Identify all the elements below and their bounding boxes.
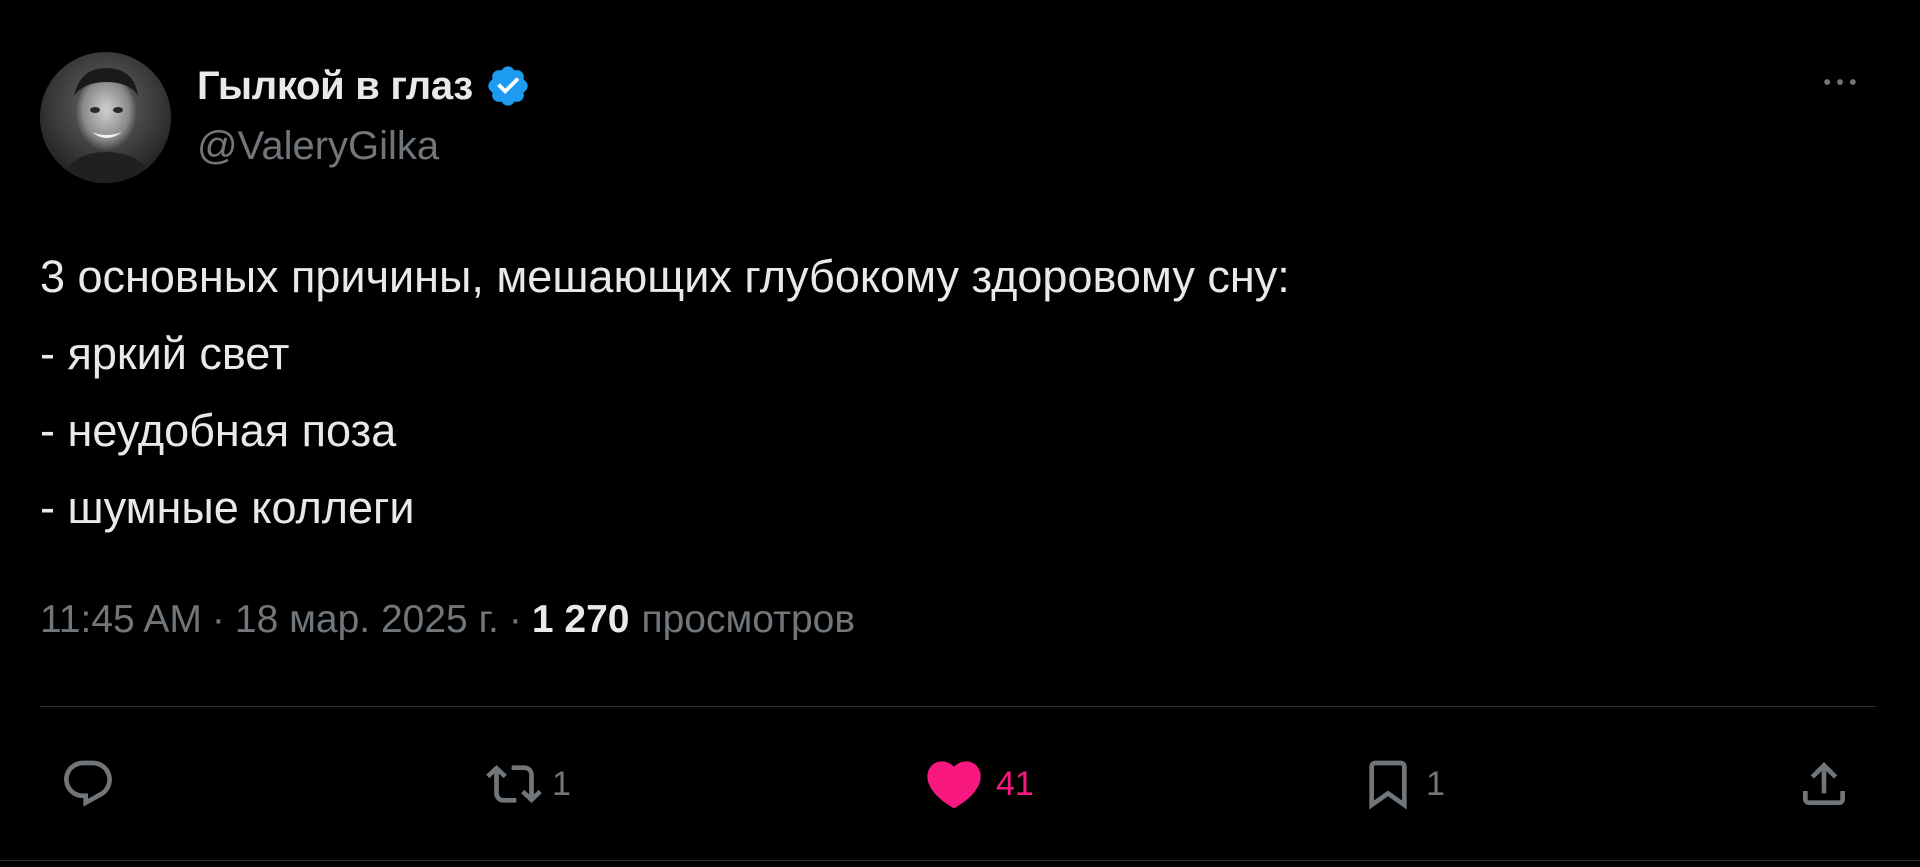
like-count: 41 xyxy=(996,764,1034,803)
author-handle[interactable]: @ValeryGilka xyxy=(197,124,439,169)
tweet-text-line: - шумные коллеги xyxy=(40,482,415,533)
more-options-button[interactable] xyxy=(1810,60,1870,104)
author-name[interactable]: Гылкой в глаз xyxy=(197,64,473,109)
bookmark-count: 1 xyxy=(1426,764,1445,803)
tweet-actions: 1 41 1 xyxy=(0,748,1920,820)
share-button[interactable] xyxy=(1796,748,1862,820)
verified-badge-icon xyxy=(485,63,531,109)
retweet-icon xyxy=(486,765,542,803)
like-button[interactable]: 41 xyxy=(922,748,1034,820)
avatar[interactable] xyxy=(40,52,171,183)
divider xyxy=(40,706,1876,707)
views-count: 1 270 xyxy=(531,598,630,641)
tweet-text-line: - яркий свет xyxy=(40,328,290,379)
tweet-time[interactable]: 11:45 AM xyxy=(40,598,202,642)
meta-separator: · xyxy=(508,598,522,641)
bottom-divider xyxy=(0,860,1920,861)
tweet-meta: 11:45 AM · 18 мар. 2025 г. · 1 270 просм… xyxy=(40,598,855,650)
tweet-text: 3 основных причины, мешающих глубокому з… xyxy=(40,238,1870,546)
avatar-photo xyxy=(40,52,171,183)
tweet-date[interactable]: 18 мар. 2025 г. xyxy=(235,598,499,642)
bookmark-icon xyxy=(1369,760,1407,810)
views-label: просмотров xyxy=(641,598,856,641)
more-horizontal-icon xyxy=(1824,79,1856,85)
retweet-button[interactable]: 1 xyxy=(486,748,571,820)
tweet-text-line: 3 основных причины, мешающих глубокому з… xyxy=(40,251,1290,302)
tweet-text-line: - неудобная поза xyxy=(40,405,397,456)
reply-icon xyxy=(64,760,112,807)
bookmark-button[interactable]: 1 xyxy=(1360,748,1445,820)
meta-separator: · xyxy=(211,598,225,641)
tweet-card: Гылкой в глаз @ValeryGilka 3 основных пр… xyxy=(0,0,1920,867)
reply-button[interactable] xyxy=(60,748,126,820)
heart-icon xyxy=(927,761,981,809)
share-icon xyxy=(1803,762,1845,805)
retweet-count: 1 xyxy=(552,764,571,803)
author-name-row: Гылкой в глаз xyxy=(197,62,531,110)
